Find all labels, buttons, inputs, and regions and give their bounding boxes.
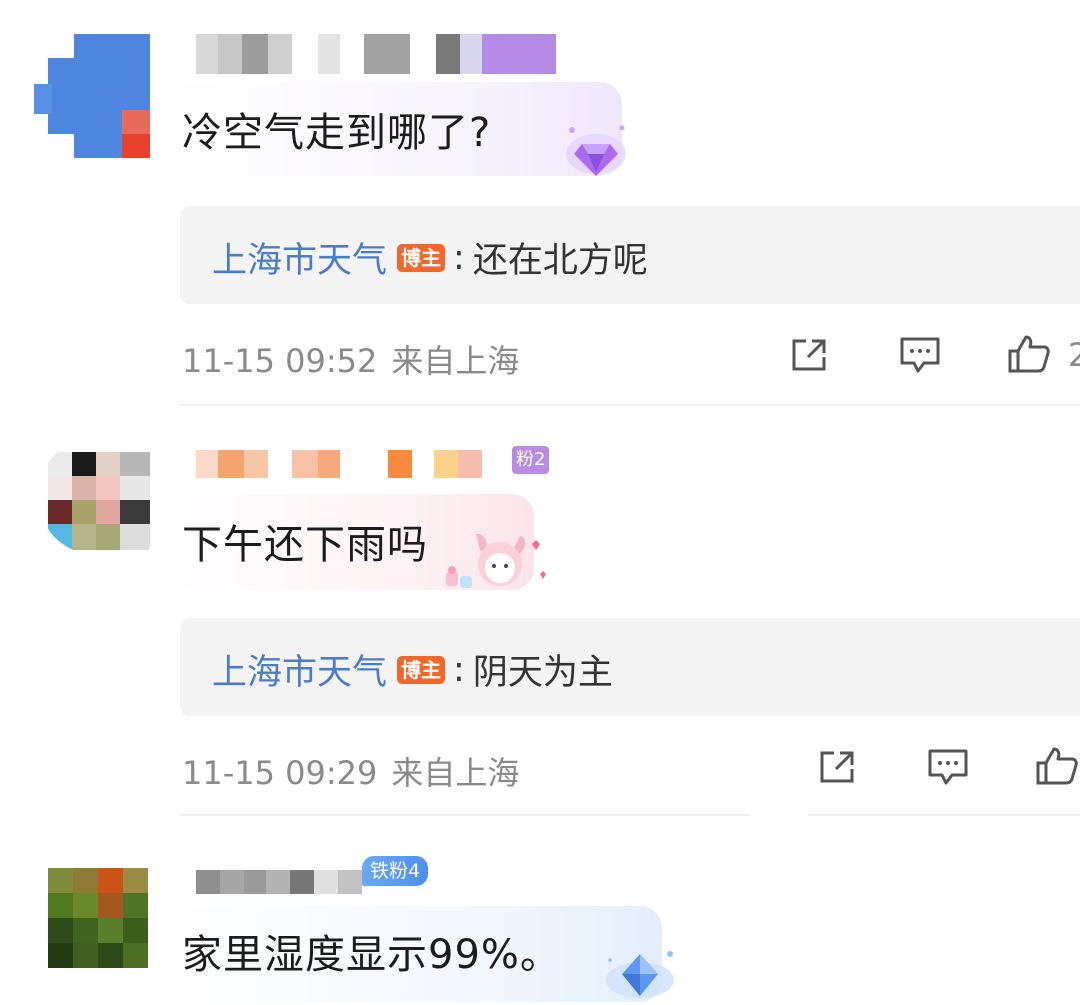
gem-sticker-icon xyxy=(606,951,674,998)
username-blurred[interactable] xyxy=(196,450,524,478)
divider xyxy=(808,814,1080,816)
comment-meta: 11-15 09:52 来自上海 xyxy=(182,336,519,382)
divider xyxy=(180,814,750,816)
comment-text: 家里湿度显示99%。 xyxy=(182,932,561,978)
fan-badge: 粉2 xyxy=(512,446,550,474)
divider xyxy=(180,404,1080,406)
reply-author[interactable]: 上海市天气 xyxy=(212,644,387,695)
comment-time: 11-15 09:52 xyxy=(182,342,378,380)
fan-badge: 铁粉4 xyxy=(362,856,429,886)
avatar[interactable] xyxy=(38,438,150,554)
like-icon[interactable] xyxy=(1034,745,1078,785)
like-count: 2 xyxy=(1068,336,1080,374)
reply-text: 阴天为主 xyxy=(472,653,613,693)
comment-icon[interactable] xyxy=(926,747,970,787)
bunny-sticker-icon xyxy=(446,533,546,588)
reply-author[interactable]: 上海市天气 xyxy=(212,232,387,283)
comment-meta: 11-15 09:29 来自上海 xyxy=(182,748,519,794)
like-icon[interactable] xyxy=(1006,333,1050,373)
comment-text: 下午还下雨吗 xyxy=(182,522,428,568)
comment-location: 来自上海 xyxy=(391,754,520,792)
comment-location: 来自上海 xyxy=(391,342,520,380)
avatar[interactable] xyxy=(34,34,150,158)
share-icon[interactable] xyxy=(816,747,860,787)
blogger-badge: 博主 xyxy=(397,655,446,684)
avatar[interactable] xyxy=(48,868,148,968)
blogger-reply[interactable]: 上海市天气 博主 : 还在北方呢 xyxy=(180,206,1080,304)
comment-time: 11-15 09:29 xyxy=(182,754,378,792)
blogger-reply[interactable]: 上海市天气 博主 : 阴天为主 xyxy=(180,618,1080,716)
username-blurred[interactable] xyxy=(196,870,368,894)
comment-text: 冷空气走到哪了? xyxy=(182,110,492,156)
reply-text: 还在北方呢 xyxy=(472,241,648,281)
reply-separator: : xyxy=(453,649,465,690)
blogger-badge: 博主 xyxy=(397,243,446,272)
gem-sticker-icon xyxy=(566,125,626,176)
username-blurred[interactable] xyxy=(196,34,590,74)
share-icon[interactable] xyxy=(788,335,832,375)
reply-separator: : xyxy=(453,237,465,278)
comment-icon[interactable] xyxy=(898,335,942,375)
